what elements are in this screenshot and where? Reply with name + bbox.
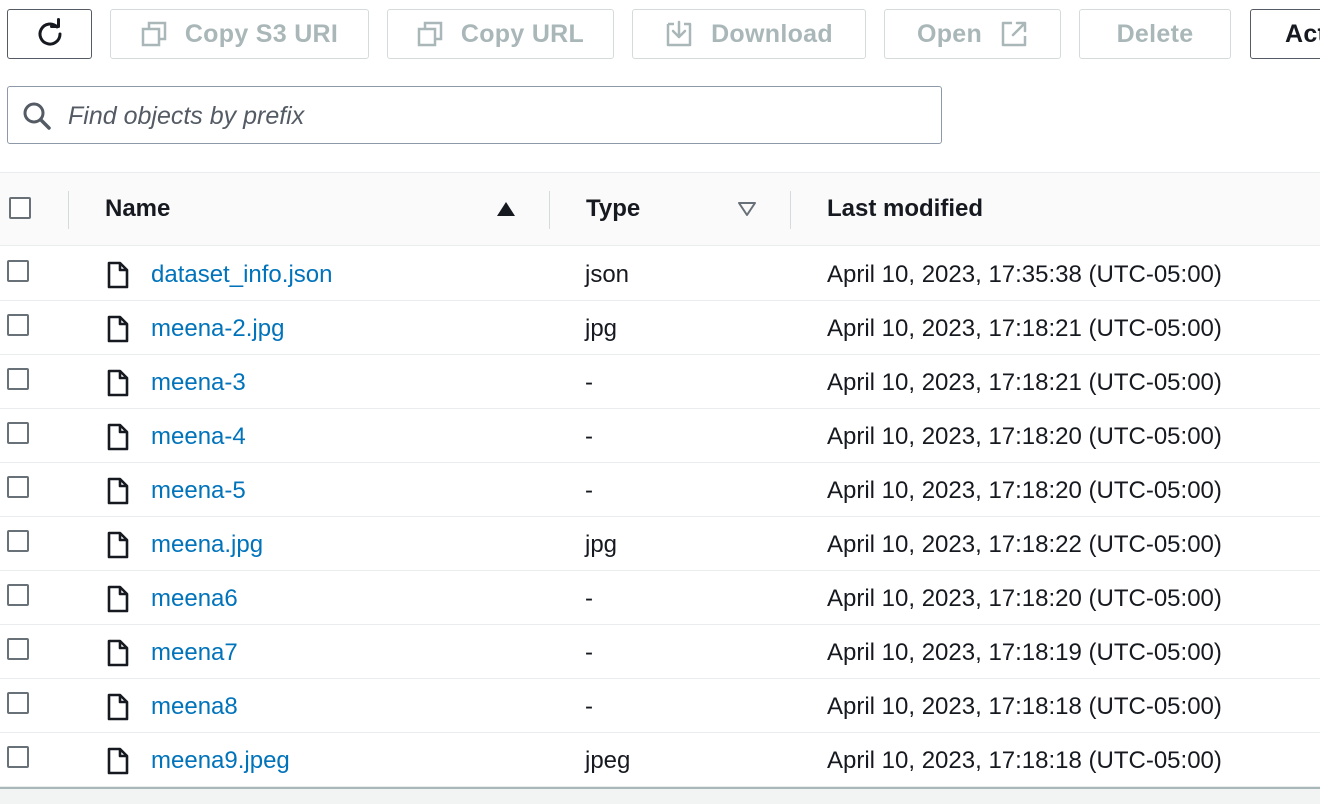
row-checkbox[interactable]	[7, 638, 29, 660]
object-type: jpg	[585, 531, 618, 558]
table-row: meena6 - April 10, 2023, 17:18:20 (UTC-0…	[0, 571, 1320, 625]
row-checkbox[interactable]	[7, 584, 29, 606]
file-icon	[107, 639, 129, 672]
object-last-modified: April 10, 2023, 17:18:20 (UTC-05:00)	[827, 477, 1222, 504]
object-name-link[interactable]: meena-2.jpg	[151, 315, 284, 343]
copy-s3-uri-button[interactable]: Copy S3 URI	[110, 9, 369, 59]
objects-table-header: Name Type Last modified	[0, 172, 1320, 246]
row-checkbox[interactable]	[7, 314, 29, 336]
file-icon	[107, 423, 129, 456]
delete-button[interactable]: Delete	[1079, 9, 1231, 59]
s3-objects-panel: Copy S3 URI Copy URL Download Open Delet…	[0, 0, 1320, 804]
open-label: Open	[916, 19, 983, 48]
object-type: -	[585, 369, 593, 396]
search-input[interactable]	[66, 95, 930, 137]
external-link-icon	[1000, 20, 1028, 48]
column-header-last-modified[interactable]: Last modified	[827, 195, 983, 223]
file-icon	[107, 369, 129, 402]
object-last-modified: April 10, 2023, 17:18:20 (UTC-05:00)	[827, 423, 1222, 450]
download-icon	[665, 20, 693, 48]
object-type: -	[585, 639, 593, 666]
row-checkbox[interactable]	[7, 368, 29, 390]
search-icon	[22, 101, 52, 136]
object-last-modified: April 10, 2023, 17:18:22 (UTC-05:00)	[827, 531, 1222, 558]
object-type: -	[585, 693, 593, 720]
row-checkbox[interactable]	[7, 260, 29, 282]
refresh-button[interactable]	[7, 9, 92, 59]
object-last-modified: April 10, 2023, 17:18:18 (UTC-05:00)	[827, 693, 1222, 720]
download-button[interactable]: Download	[632, 9, 866, 59]
table-row: meena-4 - April 10, 2023, 17:18:20 (UTC-…	[0, 409, 1320, 463]
table-row: meena9.jpeg jpeg April 10, 2023, 17:18:1…	[0, 733, 1320, 787]
object-type: jpg	[585, 315, 618, 342]
row-checkbox[interactable]	[7, 530, 29, 552]
table-row: meena.jpg jpg April 10, 2023, 17:18:22 (…	[0, 517, 1320, 571]
object-type: jpeg	[585, 747, 631, 774]
file-icon	[107, 315, 129, 348]
object-type: -	[585, 585, 593, 612]
object-name-link[interactable]: meena9.jpeg	[151, 747, 290, 775]
column-header-name[interactable]: Name	[105, 195, 170, 223]
panel-footer	[0, 787, 1320, 804]
sort-descending-icon[interactable]	[737, 201, 757, 222]
object-name-link[interactable]: meena-4	[151, 423, 246, 451]
select-all-checkbox[interactable]	[9, 197, 31, 219]
actions-label: Act	[1285, 19, 1320, 48]
object-name-link[interactable]: meena6	[151, 585, 238, 613]
object-last-modified: April 10, 2023, 17:18:21 (UTC-05:00)	[827, 315, 1222, 342]
table-row: meena-3 - April 10, 2023, 17:18:21 (UTC-…	[0, 355, 1320, 409]
copy-icon	[417, 21, 443, 47]
row-checkbox[interactable]	[7, 476, 29, 498]
object-last-modified: April 10, 2023, 17:18:19 (UTC-05:00)	[827, 639, 1222, 666]
object-last-modified: April 10, 2023, 17:18:20 (UTC-05:00)	[827, 585, 1222, 612]
file-icon	[107, 531, 129, 564]
copy-url-label: Copy URL	[460, 19, 585, 48]
row-checkbox[interactable]	[7, 422, 29, 444]
objects-toolbar: Copy S3 URI Copy URL Download Open Delet…	[7, 9, 1320, 61]
object-name-link[interactable]: meena-3	[151, 369, 246, 397]
object-last-modified: April 10, 2023, 17:18:18 (UTC-05:00)	[827, 747, 1222, 774]
table-row: meena8 - April 10, 2023, 17:18:18 (UTC-0…	[0, 679, 1320, 733]
object-type: json	[585, 261, 630, 288]
object-name-link[interactable]: meena-5	[151, 477, 246, 505]
row-checkbox[interactable]	[7, 746, 29, 768]
column-divider	[549, 191, 550, 229]
row-checkbox[interactable]	[7, 692, 29, 714]
find-objects-search[interactable]	[7, 86, 942, 144]
table-row: meena-2.jpg jpg April 10, 2023, 17:18:21…	[0, 301, 1320, 355]
file-icon	[107, 693, 129, 726]
file-icon	[107, 477, 129, 510]
file-icon	[107, 747, 129, 780]
object-name-link[interactable]: dataset_info.json	[151, 261, 332, 289]
object-name-link[interactable]: meena7	[151, 639, 238, 667]
object-last-modified: April 10, 2023, 17:35:38 (UTC-05:00)	[827, 261, 1222, 288]
copy-icon	[141, 21, 167, 47]
file-icon	[107, 261, 129, 294]
sort-ascending-icon[interactable]	[496, 201, 516, 222]
refresh-icon	[34, 18, 66, 50]
table-row: meena7 - April 10, 2023, 17:18:19 (UTC-0…	[0, 625, 1320, 679]
column-divider	[790, 191, 791, 229]
open-button[interactable]: Open	[884, 9, 1061, 59]
object-name-link[interactable]: meena8	[151, 693, 238, 721]
delete-label: Delete	[1116, 19, 1194, 48]
object-type: -	[585, 477, 593, 504]
object-type: -	[585, 423, 593, 450]
table-row: dataset_info.json json April 10, 2023, 1…	[0, 247, 1320, 301]
download-label: Download	[711, 19, 833, 48]
object-name-link[interactable]: meena.jpg	[151, 531, 263, 559]
file-icon	[107, 585, 129, 618]
column-divider	[68, 191, 69, 229]
object-last-modified: April 10, 2023, 17:18:21 (UTC-05:00)	[827, 369, 1222, 396]
column-header-type[interactable]: Type	[586, 195, 640, 223]
table-row: meena-5 - April 10, 2023, 17:18:20 (UTC-…	[0, 463, 1320, 517]
actions-button[interactable]: Act	[1250, 9, 1320, 59]
copy-s3-uri-label: Copy S3 URI	[184, 19, 339, 48]
copy-url-button[interactable]: Copy URL	[387, 9, 614, 59]
